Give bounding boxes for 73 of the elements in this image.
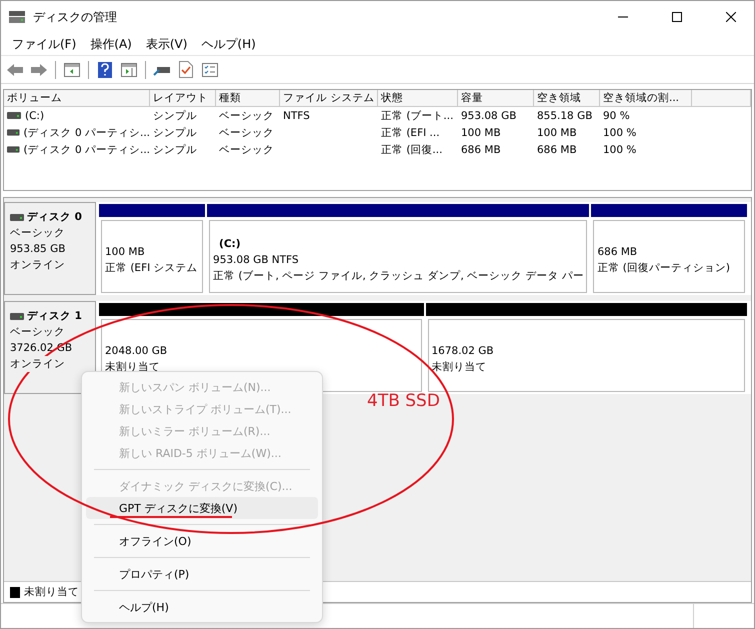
- disk-status: オンライン: [10, 356, 65, 372]
- menu-item[interactable]: 表示(V): [138, 36, 194, 52]
- checklist-document-icon[interactable]: [176, 60, 196, 80]
- partition-size: 953.08 GB NTFS: [213, 252, 300, 268]
- column-header[interactable]: レイアウト: [150, 90, 216, 107]
- table-cell: 953.08 GB: [461, 110, 516, 122]
- column-header[interactable]: 空き領域の割...: [600, 90, 692, 107]
- partition-size: 1678.02 GB: [432, 344, 495, 358]
- partition-label: (C:): [218, 236, 242, 252]
- table-cell: 100 %: [603, 126, 636, 138]
- disk-type: ベーシック: [10, 226, 66, 241]
- table-cell: シンプル: [153, 142, 197, 156]
- annotation-label: 4TB SSD: [367, 391, 440, 411]
- drive-icon: [10, 312, 24, 320]
- partition-status: 未割り当て: [105, 360, 161, 374]
- partition-status: 正常 (ブート, ページ ファイル, クラッシュ ダンプ, ベーシック データ パー: [213, 268, 584, 284]
- column-header[interactable]: 状態: [378, 90, 458, 107]
- table-cell: 正常 (EFI ...: [381, 126, 440, 140]
- partition-status: 未割り当て: [432, 360, 488, 374]
- partition-size: 2048.00 GB: [105, 344, 168, 358]
- context-menu-item[interactable]: プロパティ(P): [86, 563, 318, 585]
- context-menu-item[interactable]: オフライン(O): [86, 530, 318, 552]
- menu-item[interactable]: 操作(A): [83, 36, 139, 52]
- table-cell: (ディスク 0 パーティシ...: [24, 142, 150, 156]
- disk-size: 953.85 GB: [10, 242, 66, 257]
- table-cell: 100 %: [603, 144, 636, 156]
- partition-box[interactable]: 1678.02 GB 未割り当て: [428, 319, 745, 392]
- drive-icon: [7, 112, 21, 119]
- disk-info-panel[interactable]: ディスク 0 ベーシック 953.85 GB オンライン: [4, 202, 96, 295]
- table-cell: シンプル: [153, 108, 197, 122]
- drive-icon: [7, 146, 20, 153]
- table-cell: 100 MB: [461, 126, 501, 138]
- drive-icon: [10, 214, 24, 220]
- partition-box[interactable]: (C:) 953.08 GB NTFS 正常 (ブート, ページ ファイル, クラッシュ ダンプ, ベーシック データ パー: [209, 220, 588, 293]
- legend-label: 未割り当て: [24, 585, 79, 599]
- column-header[interactable]: ボリューム: [4, 90, 150, 107]
- disk-name: ディスク 1: [27, 309, 82, 324]
- menu-item[interactable]: ヘルプ(H): [194, 36, 263, 52]
- column-header[interactable]: 容量: [458, 90, 534, 107]
- context-menu-item[interactable]: ヘルプ(H): [86, 596, 318, 618]
- close-icon: [726, 12, 736, 22]
- drive-icon: [7, 129, 20, 136]
- table-cell: ベーシック: [219, 142, 274, 156]
- context-menu-item[interactable]: GPT ディスクに変換(V): [86, 497, 318, 519]
- table-cell: (C:): [25, 110, 44, 122]
- table-cell: 90 %: [603, 110, 630, 122]
- column-header[interactable]: 空き領域: [534, 90, 600, 107]
- disk-management-icon: [9, 10, 25, 24]
- help-button[interactable]: [95, 60, 115, 80]
- disk-name: ディスク 0: [27, 210, 82, 225]
- table-cell: ベーシック: [219, 126, 274, 140]
- table-cell: (ディスク 0 パーティシ...: [24, 126, 150, 140]
- partition-status: 正常 (回復パーティション): [597, 260, 731, 276]
- partition-size: 100 MB: [105, 244, 146, 260]
- table-cell: 正常 (ブート...: [381, 108, 454, 122]
- disk-type: ベーシック: [10, 325, 66, 340]
- partition-box[interactable]: 686 MB 正常 (回復パーティション): [593, 220, 745, 293]
- partition-status: 正常 (EFI システム: [105, 260, 199, 276]
- table-cell: 正常 (回復...: [381, 142, 442, 156]
- partition-box[interactable]: 100 MB 正常 (EFI システム: [101, 220, 204, 293]
- partition-size: 686 MB: [597, 244, 638, 260]
- menu-item[interactable]: ファイル(F): [5, 36, 84, 52]
- table-cell: 686 MB: [461, 144, 501, 156]
- table-cell: 100 MB: [537, 126, 577, 138]
- column-header[interactable]: 種類: [216, 90, 280, 107]
- table-cell: NTFS: [283, 110, 310, 122]
- window-title: ディスクの管理: [33, 8, 118, 26]
- table-cell: 855.18 GB: [537, 110, 592, 122]
- table-cell: シンプル: [153, 126, 197, 140]
- table-cell: ベーシック: [219, 108, 274, 122]
- table-cell: 686 MB: [537, 144, 577, 156]
- maximize-icon: [672, 12, 682, 22]
- column-header[interactable]: ファイル システム: [280, 90, 378, 107]
